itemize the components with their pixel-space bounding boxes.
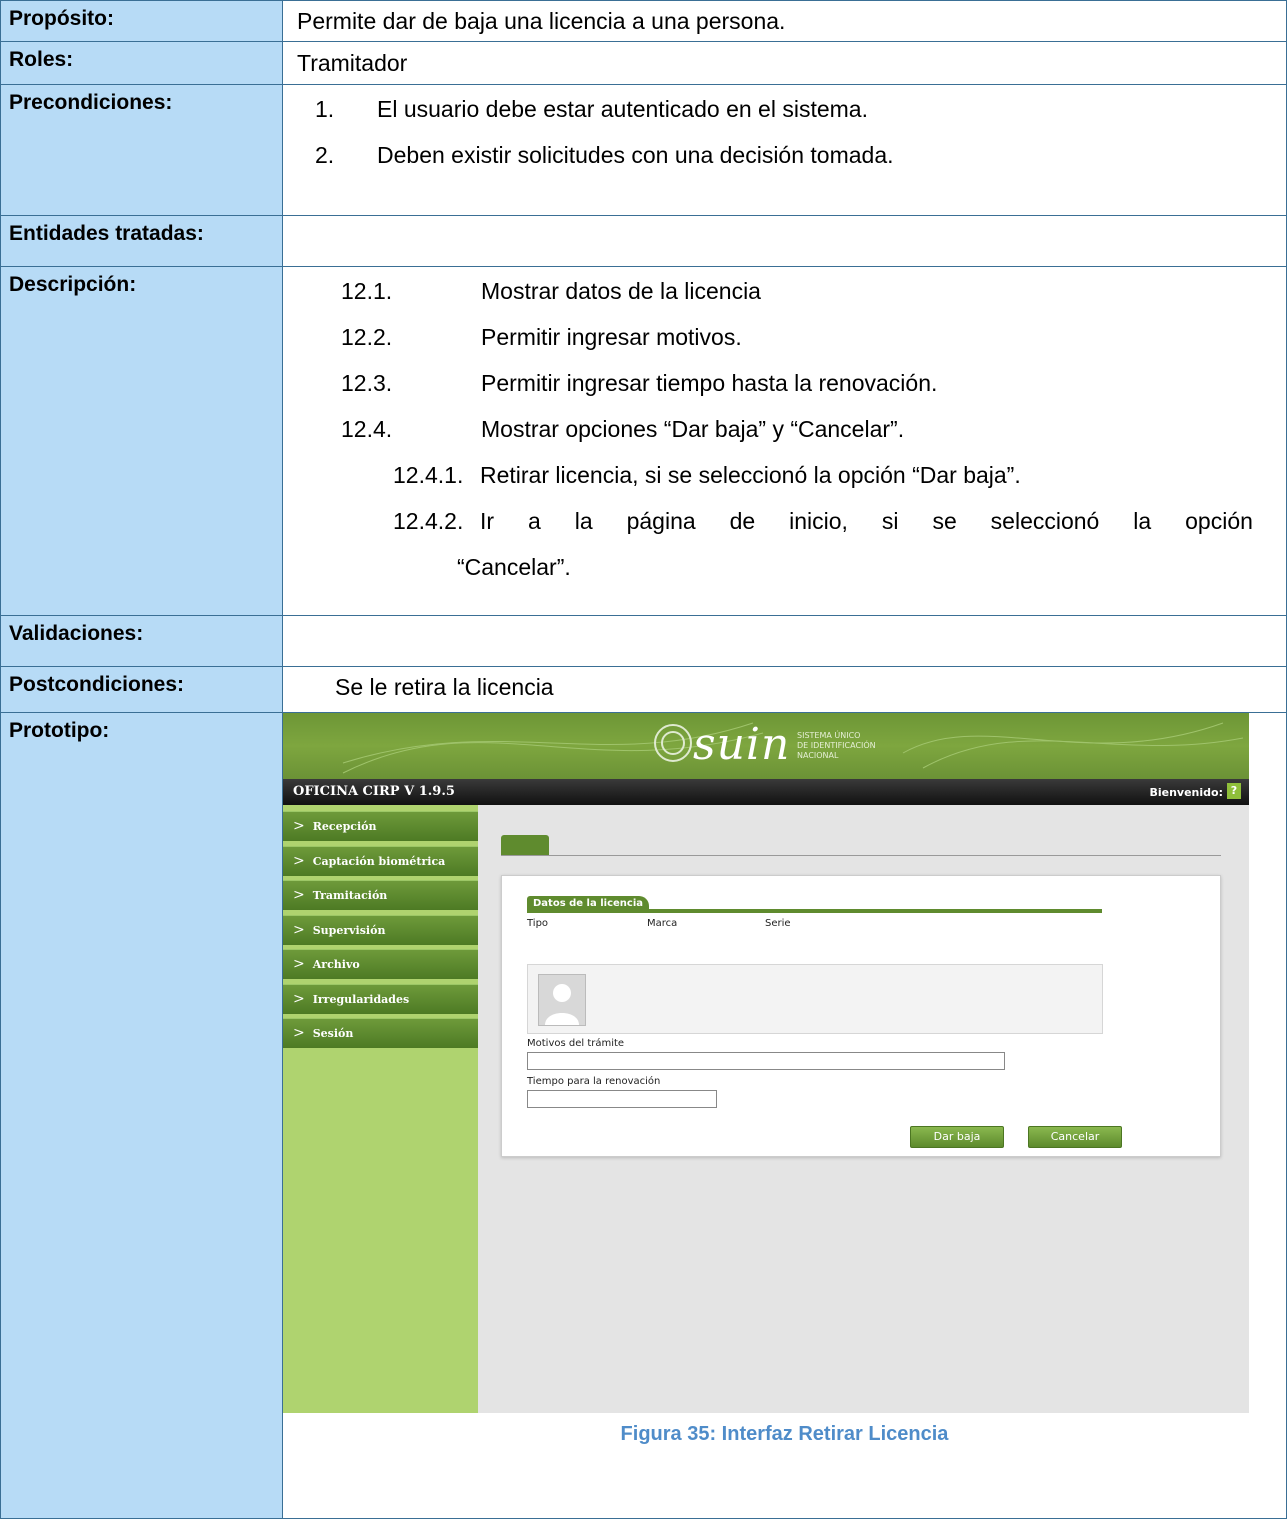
justified-word: a [528, 508, 541, 534]
value-entidades [282, 215, 1287, 267]
label-prototipo: Prototipo: [0, 712, 283, 1519]
label-precondiciones: Precondiciones: [0, 84, 283, 216]
tab-divider [501, 855, 1221, 856]
column-serie: Serie [765, 918, 791, 929]
help-icon[interactable]: ? [1227, 783, 1241, 799]
justified-word: Ir [480, 508, 495, 534]
use-case-table: Propósito: Permite dar de baja una licen… [0, 0, 1287, 1519]
description-subitem-cont: “Cancelar”. [457, 554, 571, 580]
justified-word: la [1133, 508, 1152, 534]
menu-item-supervision[interactable]: > Supervisión [283, 914, 478, 945]
justified-word: si [881, 508, 899, 534]
prototype-screenshot: suin SISTEMA ÚNICO DE IDENTIFICACIÓN NACIO… [283, 713, 1249, 1413]
tiempo-input[interactable] [527, 1090, 717, 1108]
justified-word: se [932, 508, 957, 534]
chevron-right-icon: > [293, 852, 305, 869]
label-roles: Roles: [0, 41, 283, 85]
user-avatar-icon [538, 974, 586, 1026]
sidebar: > Recepción > Captación biométrica > Tramit… [283, 805, 478, 1413]
precondition-item: 1. El usuario debe estar autenticado en e… [315, 96, 868, 122]
welcome-label: Bienvenido: [1149, 786, 1223, 799]
label-entidades: Entidades tratadas: [0, 215, 283, 267]
tiempo-label: Tiempo para la renovación [527, 1076, 661, 1087]
photo-area [527, 964, 1103, 1034]
logo-subtitle: SISTEMA ÚNICO DE IDENTIFICACIÓN NACIONAL [797, 731, 876, 760]
label-proposito: Propósito: [0, 0, 283, 42]
justified-word: de [729, 508, 756, 534]
justified-word: seleccionó [990, 508, 1100, 534]
value-precondiciones: 1. El usuario debe estar autenticado en e… [282, 84, 1287, 216]
value-roles: Tramitador [282, 41, 1287, 85]
description-subitem: 12.4.1. Retirar licencia, si se seleccion… [393, 462, 1021, 488]
menu-item-sesion[interactable]: > Sesión [283, 1018, 478, 1048]
justified-word: la [574, 508, 593, 534]
menu-item-archivo[interactable]: > Archivo [283, 949, 478, 979]
description-item: 12.2. Permitir ingresar motivos. [341, 324, 742, 350]
chevron-right-icon: > [293, 956, 305, 972]
chevron-right-icon: > [293, 1025, 305, 1041]
label-postcondiciones: Postcondiciones: [0, 666, 283, 713]
description-item: 12.3. Permitir ingresar tiempo hasta la r… [341, 370, 938, 396]
office-version: OFICINA CIRP V 1.9.5 [293, 784, 455, 799]
menu-item-recepcion[interactable]: > Recepción [283, 811, 478, 841]
column-tipo: Tipo [527, 918, 549, 929]
chevron-right-icon: > [293, 990, 305, 1007]
section-title: Datos de la licencia [527, 896, 649, 911]
figure-caption: Figura 35: Interfaz Retirar Licencia [620, 1423, 949, 1445]
cancelar-button[interactable]: Cancelar [1028, 1126, 1122, 1148]
description-subitem: 12.4.2. Ir a la página de inicio, si se seleccio… [393, 503, 1286, 549]
value-prototipo: suin SISTEMA ÚNICO DE IDENTIFICACIÓN NACIO… [282, 712, 1287, 1519]
chevron-right-icon: > [293, 921, 305, 938]
app-logo: suin [693, 719, 791, 770]
app-banner: suin SISTEMA ÚNICO DE IDENTIFICACIÓN NACIO… [283, 713, 1249, 779]
value-descripcion: 12.1. Mostrar datos de la licencia 12.2. P… [282, 266, 1287, 616]
description-item: 12.4. Mostrar opciones “Dar baja” y “Canc… [341, 416, 905, 442]
precondition-item: 2. Deben existir solicitudes con una deci… [315, 142, 894, 168]
menu-item-captacion[interactable]: > Captación biométrica [283, 845, 478, 876]
main-content: Datos de la licencia Tipo Marca Serie Mo… [478, 805, 1249, 1413]
menu-item-irregularidades[interactable]: > Irregularidades [283, 983, 478, 1014]
value-validaciones [282, 615, 1287, 667]
label-descripcion: Descripción: [0, 266, 283, 616]
justified-word: página [626, 508, 696, 534]
motivos-label: Motivos del trámite [527, 1038, 625, 1049]
menu-item-tramitacion[interactable]: > Tramitación [283, 880, 478, 910]
label-validaciones: Validaciones: [0, 615, 283, 667]
dar-baja-button[interactable]: Dar baja [910, 1126, 1004, 1148]
chevron-right-icon: > [293, 887, 305, 903]
justified-word: opción [1185, 508, 1253, 534]
value-postcondiciones: Se le retira la licencia [282, 666, 1287, 713]
justified-word: inicio, [789, 508, 848, 534]
content-tab[interactable] [501, 835, 549, 855]
column-marca: Marca [647, 918, 678, 929]
precondition-list: 1. El usuario debe estar autenticado en e… [297, 91, 1286, 183]
value-proposito: Permite dar de baja una licencia a una p… [282, 0, 1287, 42]
chevron-right-icon: > [293, 818, 305, 834]
description-item: 12.1. Mostrar datos de la licencia [341, 278, 761, 304]
motivos-input[interactable] [527, 1052, 1005, 1070]
license-panel: Datos de la licencia Tipo Marca Serie Mo… [501, 875, 1221, 1157]
